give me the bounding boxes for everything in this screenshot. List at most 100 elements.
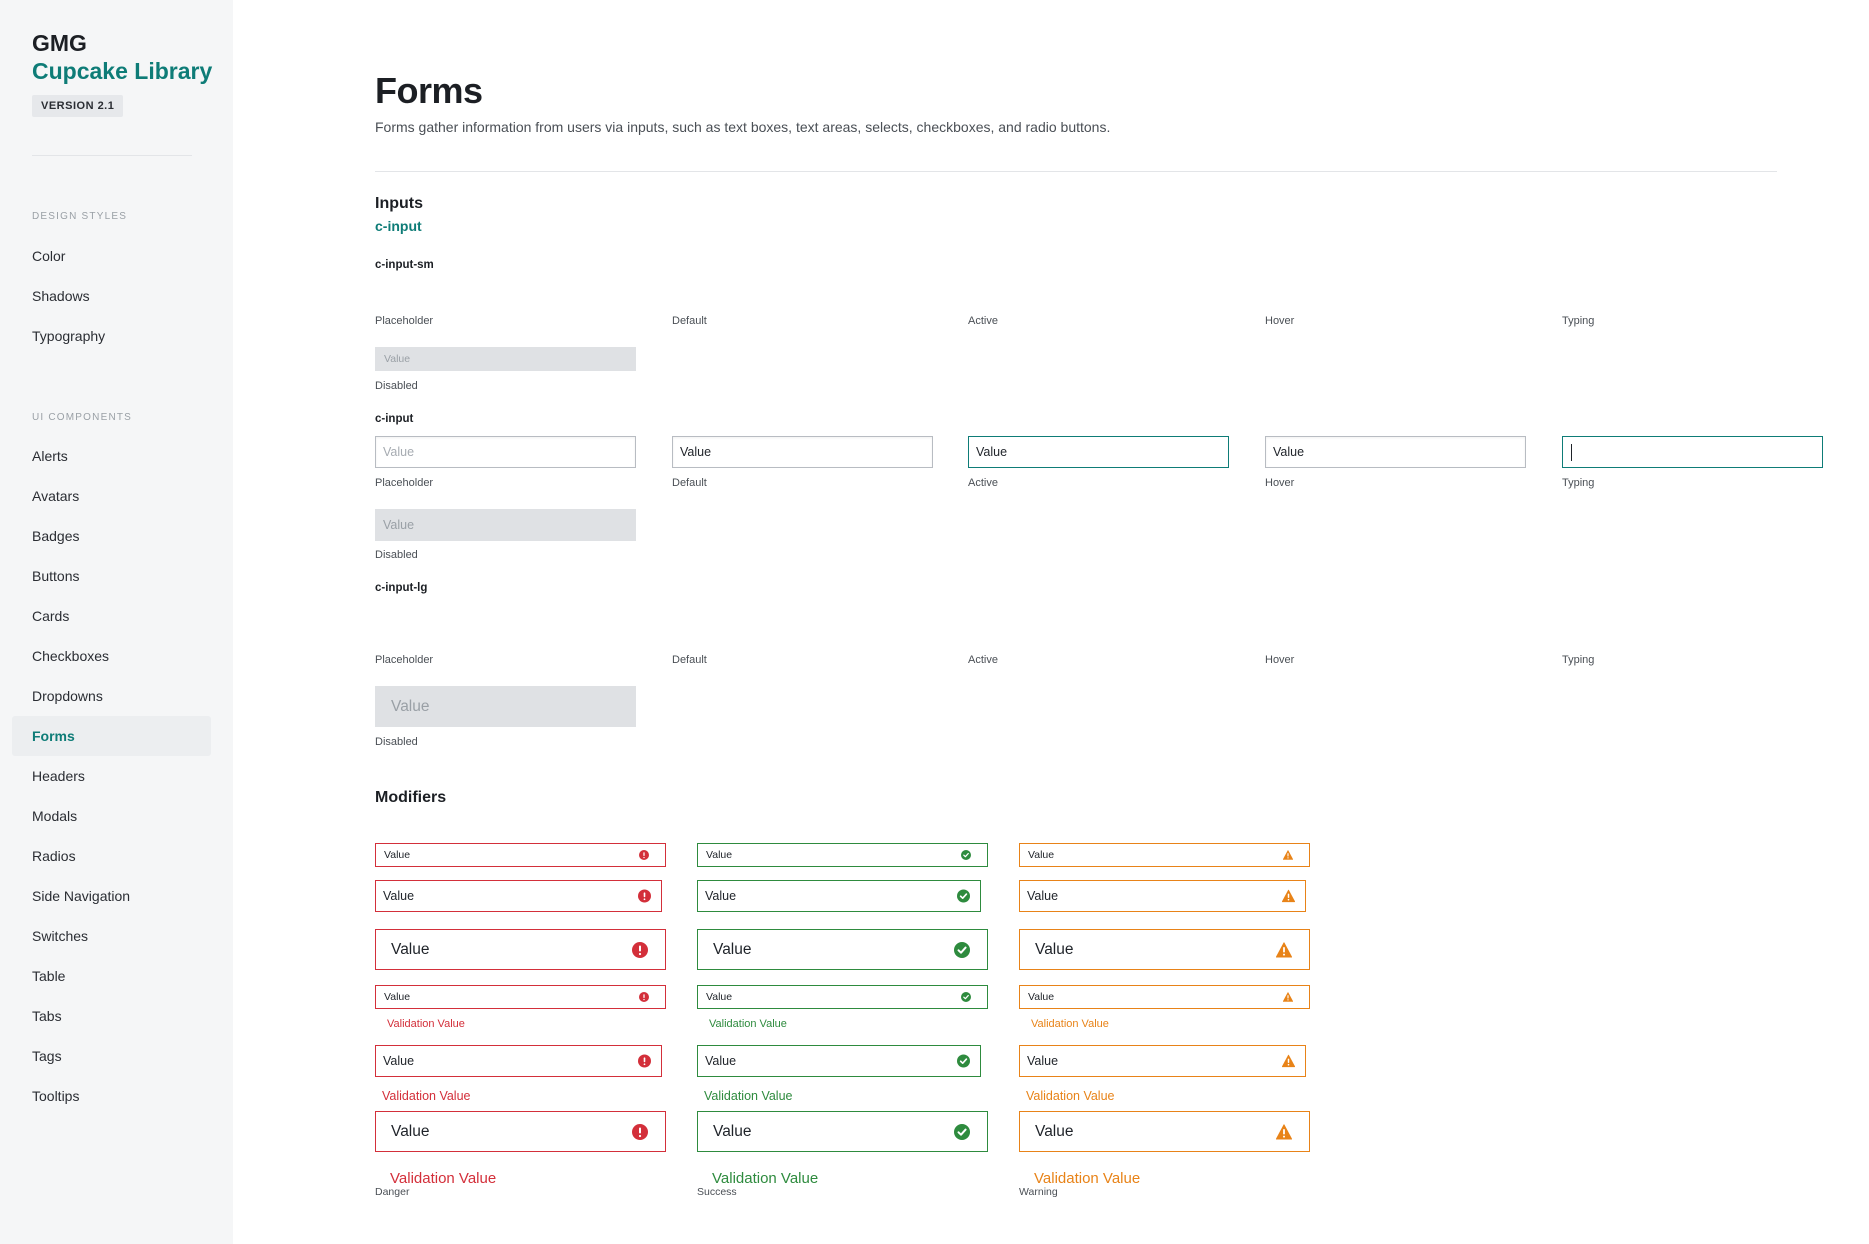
input-value: Value [713,1123,752,1140]
input-value: Value [1028,849,1055,861]
app: GMG Cupcake Library VERSION 2.1 DESIGN S… [0,0,1869,1244]
input-warning-lg[interactable]: Value [1019,1111,1310,1152]
input-warning-md[interactable]: Value [1019,880,1306,912]
input-value: Value [383,1054,415,1068]
input-value: Value [384,849,411,861]
sidebar-item-alerts[interactable]: Alerts [12,436,211,476]
sidebar-divider [32,155,192,156]
check-circle-icon [961,992,971,1002]
input-md-placeholder[interactable]: Value [375,436,636,468]
input-danger-md[interactable]: Value [375,1045,662,1077]
sidebar-item-modals[interactable]: Modals [12,796,211,836]
state-label-default: Default [672,477,707,489]
input-value: Value [713,941,752,958]
sidebar-item-typography[interactable]: Typography [12,316,211,356]
state-label-active: Active [968,654,998,666]
input-value: Value [1035,1123,1074,1140]
warning-triangle-icon [1283,992,1293,1002]
input-success-md[interactable]: Value [697,1045,981,1077]
input-md-hover[interactable]: Value [1265,436,1526,468]
sidebar-item-badges[interactable]: Badges [12,516,211,556]
input-md-typing[interactable] [1562,436,1823,468]
exclamation-circle-icon [639,850,649,860]
warning-triangle-icon [1282,889,1295,903]
sidebar-item-headers[interactable]: Headers [12,756,211,796]
input-md-default[interactable]: Value [672,436,933,468]
input-warning-sm[interactable]: Value [1019,985,1310,1009]
input-warning-lg[interactable]: Value [1019,929,1310,970]
input-warning-md[interactable]: Value [1019,1045,1306,1077]
brand-org: GMG [32,30,87,56]
exclamation-circle-icon [639,992,649,1002]
validation-message-warning: Validation Value [1026,1089,1115,1103]
check-circle-icon [957,889,970,903]
state-label-default: Default [672,315,707,327]
sidebar-item-table[interactable]: Table [12,956,211,996]
sidebar-item-dropdowns[interactable]: Dropdowns [12,676,211,716]
sidebar-item-side-navigation[interactable]: Side Navigation [12,876,211,916]
size-heading-lg: c-input-lg [375,582,428,594]
input-danger-lg[interactable]: Value [375,1111,666,1152]
validation-message-danger: Validation Value [382,1089,471,1103]
sidebar-item-cards[interactable]: Cards [12,596,211,636]
brand-name: Cupcake Library [32,58,213,84]
modifier-label-danger: Danger [375,1186,410,1198]
input-success-md[interactable]: Value [697,880,981,912]
input-success-lg[interactable]: Value [697,1111,988,1152]
input-danger-sm[interactable]: Value [375,985,666,1009]
input-value: Value [384,991,411,1003]
check-circle-icon [954,1123,970,1140]
sidebar-item-avatars[interactable]: Avatars [12,476,211,516]
state-label-disabled: Disabled [375,736,418,748]
state-label-hover: Hover [1265,315,1295,327]
size-heading-sm: c-input-sm [375,259,434,271]
modifiers-heading: Modifiers [375,789,447,806]
sidebar-item-radios[interactable]: Radios [12,836,211,876]
input-success-sm[interactable]: Value [697,985,988,1009]
validation-message-danger: Validation Value [387,1018,465,1030]
sidebar-item-forms[interactable]: Forms [12,716,211,756]
state-label-active: Active [968,477,998,489]
input-md-disabled: Value [375,509,636,541]
validation-message-success: Validation Value [704,1089,793,1103]
input-success-lg[interactable]: Value [697,929,988,970]
main-content: Forms Forms gather information from user… [233,0,1869,1244]
exclamation-circle-icon [632,1123,648,1140]
sidebar-item-tabs[interactable]: Tabs [12,996,211,1036]
input-danger-md[interactable]: Value [375,880,662,912]
exclamation-circle-icon [632,941,648,958]
modifier-label-warning: Warning [1019,1186,1058,1198]
state-label-disabled: Disabled [375,380,418,392]
sidebar-item-color[interactable]: Color [12,236,211,276]
sidebar-item-checkboxes[interactable]: Checkboxes [12,636,211,676]
validation-message-success: Validation Value [709,1018,787,1030]
sidebar-item-buttons[interactable]: Buttons [12,556,211,596]
sidebar-section-design: DESIGN STYLES [32,211,128,222]
input-md-active[interactable]: Value [968,436,1229,468]
input-danger-lg[interactable]: Value [375,929,666,970]
state-label-placeholder: Placeholder [375,654,434,666]
input-value: Value [706,849,733,861]
size-heading-md: c-input [375,413,414,425]
state-label-placeholder: Placeholder [375,315,434,327]
sidebar-item-tooltips[interactable]: Tooltips [12,1076,211,1116]
input-warning-sm[interactable]: Value [1019,843,1310,867]
state-label-default: Default [672,654,707,666]
state-label-hover: Hover [1265,477,1295,489]
version-badge: VERSION 2.1 [32,95,124,117]
sidebar: GMG Cupcake Library VERSION 2.1 DESIGN S… [0,0,233,1244]
input-value: Value [1027,1054,1059,1068]
check-circle-icon [957,1054,970,1068]
input-value: Value [706,991,733,1003]
input-danger-sm[interactable]: Value [375,843,666,867]
warning-triangle-icon [1282,1054,1295,1068]
sidebar-item-shadows[interactable]: Shadows [12,276,211,316]
input-value: Value [391,941,430,958]
sidebar-item-switches[interactable]: Switches [12,916,211,956]
input-value: Value [1027,889,1059,903]
input-value: Value [383,889,415,903]
inputs-heading: Inputs [375,195,423,212]
sidebar-item-tags[interactable]: Tags [12,1036,211,1076]
input-value: Value [705,1054,737,1068]
input-success-sm[interactable]: Value [697,843,988,867]
